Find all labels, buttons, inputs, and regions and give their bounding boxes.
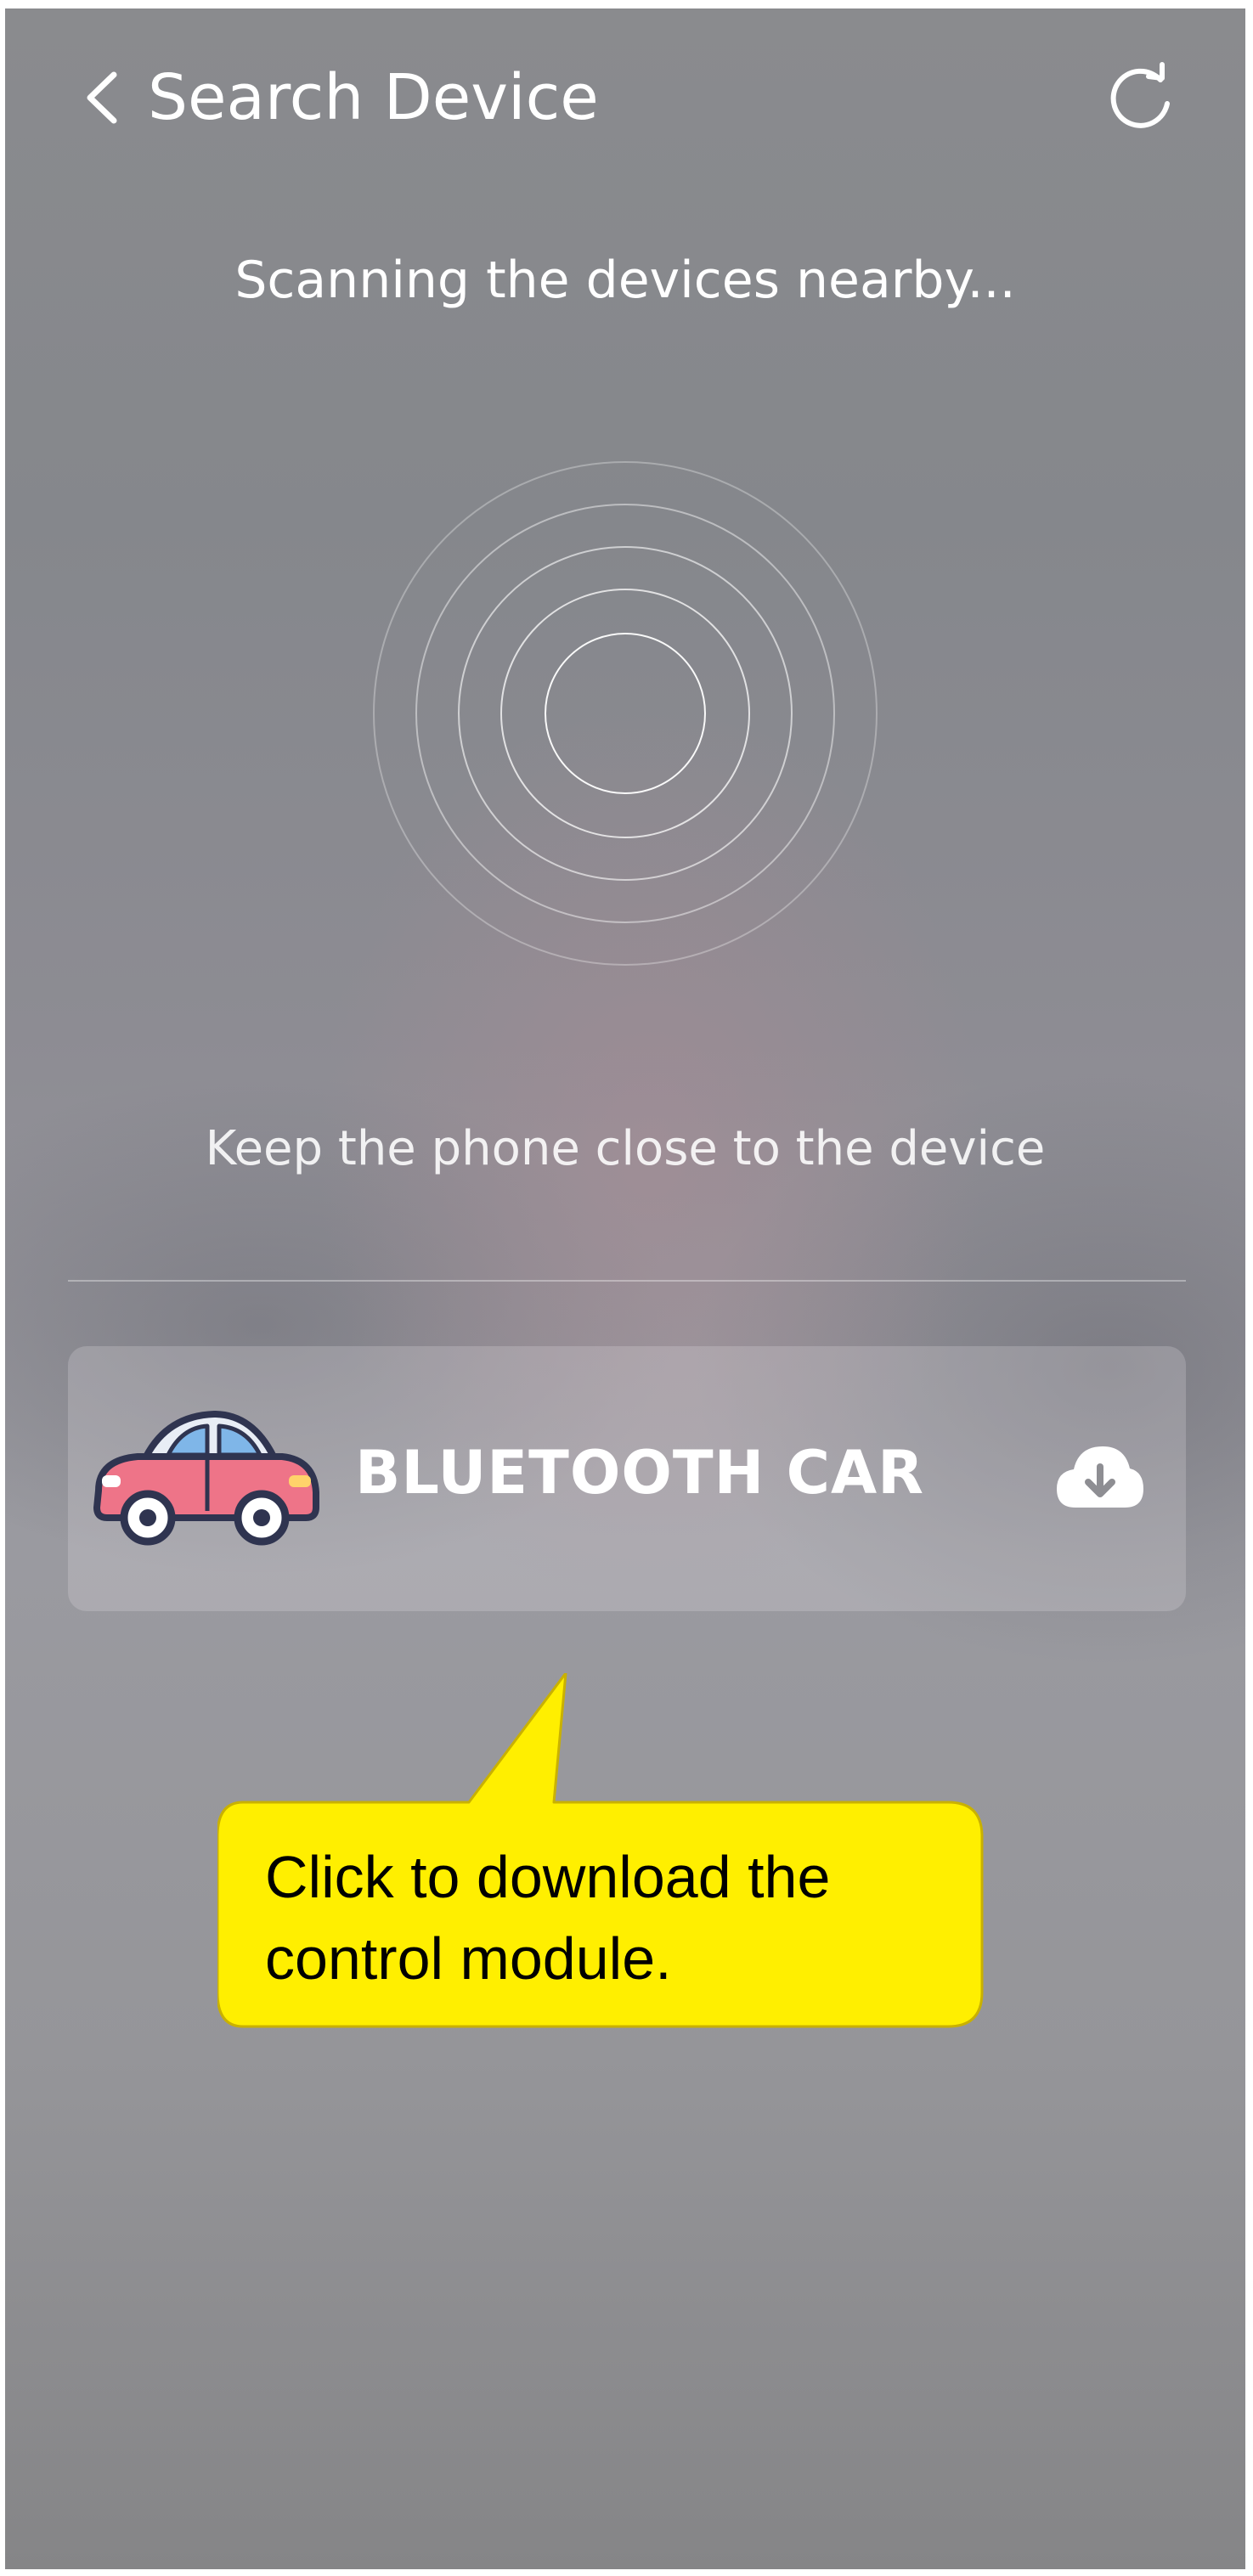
app-screen: Search Device Scanning the devices nearb…	[5, 8, 1245, 2569]
tooltip-text: Click to download the control module.	[265, 1844, 831, 1992]
refresh-icon[interactable]	[1101, 59, 1179, 138]
car-icon	[93, 1411, 319, 1546]
proximity-hint: Keep the phone close to the device	[205, 1121, 1046, 1176]
page-title: Search Device	[148, 61, 599, 134]
radar-scan-animation	[373, 461, 878, 966]
device-list-item[interactable]: BLUETOOTH CAR	[68, 1346, 1186, 1611]
back-icon[interactable]	[78, 68, 129, 127]
scanning-status: Scanning the devices nearby...	[234, 251, 1016, 310]
cloud-download-icon[interactable]	[1053, 1440, 1147, 1516]
device-name: BLUETOOTH CAR	[355, 1438, 925, 1508]
divider	[68, 1280, 1186, 1282]
